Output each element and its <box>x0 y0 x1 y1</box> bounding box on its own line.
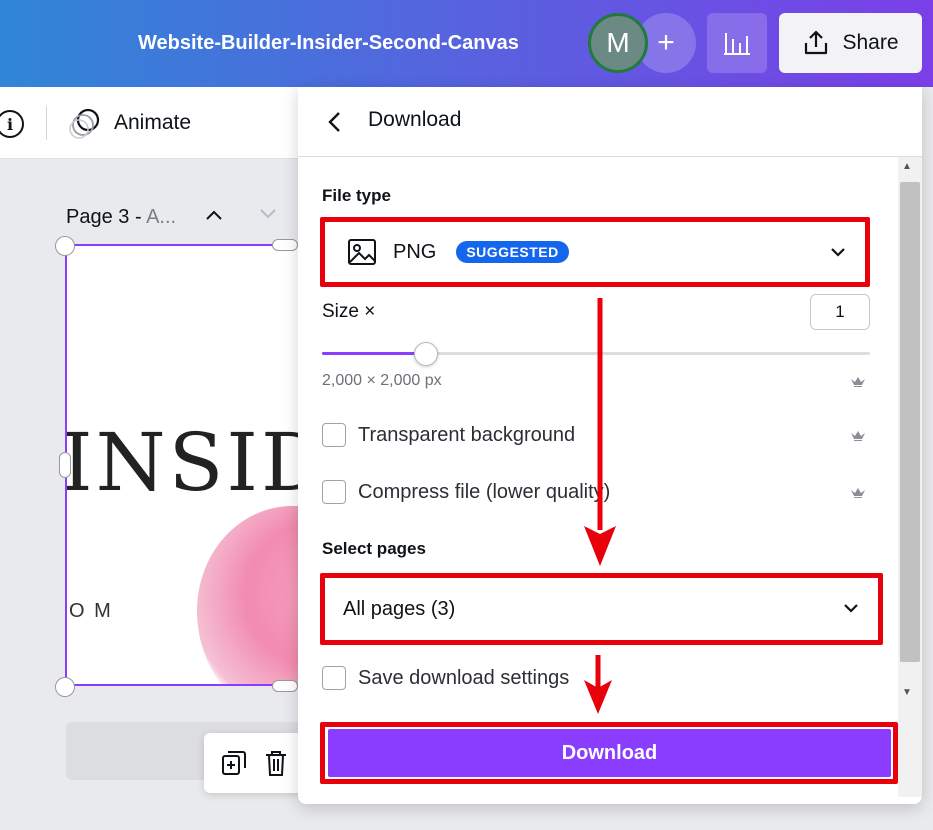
share-label: Share <box>842 31 899 54</box>
compress-file-label: Compress file (lower quality) <box>358 480 611 503</box>
save-download-settings-option[interactable]: Save download settings <box>322 666 569 690</box>
resize-handle-top[interactable] <box>272 239 298 251</box>
back-chevron-icon[interactable] <box>324 109 346 135</box>
resize-handle-bottom-left[interactable] <box>55 677 75 697</box>
resize-handle-left[interactable] <box>59 452 71 478</box>
file-type-value: PNG <box>393 240 437 263</box>
download-panel-title: Download <box>368 108 462 131</box>
toolbar-divider <box>46 106 47 140</box>
size-slider[interactable] <box>322 352 870 355</box>
design-page[interactable]: INSIDI O M <box>65 244 305 686</box>
share-upload-icon <box>805 30 828 55</box>
compress-file-option[interactable]: Compress file (lower quality) <box>322 480 610 504</box>
size-input[interactable]: 1 <box>810 294 870 330</box>
save-download-settings-checkbox[interactable] <box>322 666 346 690</box>
crown-icon <box>851 488 865 498</box>
page-subtext: O M <box>69 600 113 622</box>
transparent-background-checkbox[interactable] <box>322 423 346 447</box>
page-down-icon[interactable] <box>258 204 278 225</box>
duplicate-page-icon[interactable] <box>219 748 249 778</box>
select-pages-value: All pages (3) <box>343 597 456 620</box>
page-up-icon[interactable] <box>204 206 224 227</box>
user-avatar[interactable]: M <box>588 13 648 73</box>
file-type-select[interactable]: PNG SUGGESTED <box>320 217 870 287</box>
crown-icon <box>851 431 865 441</box>
resize-handle-bottom[interactable] <box>272 680 298 692</box>
bar-chart-icon <box>724 33 750 55</box>
scroll-down-arrow-icon[interactable]: ▼ <box>902 687 912 698</box>
page-title-text: Page 3 - <box>66 206 147 228</box>
animate-icon[interactable] <box>68 106 102 140</box>
download-panel: Download ▲ ▼ File type PNG SUGGESTED Siz… <box>298 87 922 804</box>
crown-icon <box>851 377 865 387</box>
resize-handle-top-left[interactable] <box>55 236 75 256</box>
download-button[interactable]: Download <box>328 729 891 777</box>
image-file-icon <box>348 239 376 265</box>
chevron-down-icon <box>844 604 858 613</box>
top-bar: Website-Builder-Insider-Second-Canvas + … <box>0 0 933 87</box>
size-slider-thumb[interactable] <box>414 342 438 366</box>
panel-scrollbar-thumb[interactable] <box>900 182 920 662</box>
suggested-badge: SUGGESTED <box>456 241 569 263</box>
chevron-down-icon <box>831 248 845 257</box>
insights-button[interactable] <box>707 13 767 73</box>
size-label: Size × <box>322 301 376 322</box>
watercolor-blob <box>197 506 303 684</box>
page-actions-toolbar <box>204 733 304 793</box>
download-panel-header: Download <box>298 87 922 157</box>
document-title[interactable]: Website-Builder-Insider-Second-Canvas <box>138 32 519 55</box>
page-title[interactable]: Page 3 - A... <box>66 206 176 229</box>
select-pages-label: Select pages <box>322 539 426 558</box>
compress-file-checkbox[interactable] <box>322 480 346 504</box>
select-pages-dropdown[interactable]: All pages (3) <box>320 573 883 645</box>
share-button[interactable]: Share <box>779 13 922 73</box>
transparent-background-option[interactable]: Transparent background <box>322 423 575 447</box>
animate-button-label[interactable]: Animate <box>114 111 191 135</box>
file-type-label: File type <box>322 186 391 205</box>
dimensions-text: 2,000 × 2,000 px <box>322 372 442 389</box>
transparent-background-label: Transparent background <box>358 423 576 446</box>
size-slider-fill <box>322 352 427 355</box>
trash-icon[interactable] <box>262 748 290 778</box>
scroll-up-arrow-icon[interactable]: ▲ <box>902 161 912 172</box>
save-download-settings-label: Save download settings <box>358 666 570 689</box>
page-title-muted: A... <box>146 206 177 228</box>
page-heading-text: INSIDI <box>65 416 303 509</box>
